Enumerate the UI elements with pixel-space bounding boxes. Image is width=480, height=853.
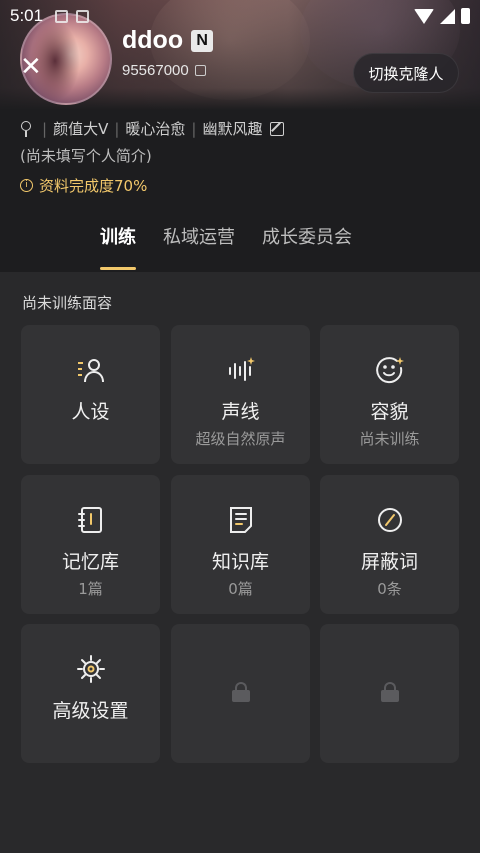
notification-icon <box>55 9 69 23</box>
bio[interactable]: (尚未填写个人简介) <box>20 145 152 166</box>
tab-private-operation[interactable]: 私域运营 <box>163 222 235 270</box>
persona-icon <box>76 355 106 385</box>
card-knowledge[interactable]: 知识库 0篇 <box>171 475 310 614</box>
switch-clone-button[interactable]: 切换克隆人 <box>353 53 459 93</box>
card-sub: 0条 <box>377 580 402 598</box>
card-blocked-words[interactable]: 屏蔽词 0条 <box>320 475 459 614</box>
tab-training[interactable]: 训练 <box>100 222 136 270</box>
notebook-icon <box>76 505 106 535</box>
level-badge: N <box>191 29 214 52</box>
card-label: 知识库 <box>211 551 269 573</box>
card-label: 人设 <box>71 401 110 423</box>
signal-icon <box>440 8 455 24</box>
info-icon: i <box>20 179 33 192</box>
status-bar: 5:01 <box>0 0 480 32</box>
notification-icon <box>76 9 90 23</box>
card-label: 声线 <box>221 401 260 423</box>
tab-growth-committee[interactable]: 成长委员会 <box>262 222 352 270</box>
completion-text: 资料完成度70% <box>39 177 148 195</box>
gear-icon <box>76 654 106 684</box>
card-label: 高级设置 <box>52 700 129 722</box>
tag: 暖心治愈 <box>125 120 186 138</box>
user-id-text: 95567000 <box>122 62 189 79</box>
copy-icon[interactable] <box>194 65 206 76</box>
card-appearance[interactable]: 容貌 尚未训练 <box>320 325 459 464</box>
card-memory[interactable]: 记忆库 1篇 <box>21 475 160 614</box>
profile-completion[interactable]: i 资料完成度70% <box>20 175 147 196</box>
user-id: 95567000 <box>122 62 206 79</box>
username-row: ddoo N <box>122 26 214 55</box>
card-label: 记忆库 <box>61 551 119 573</box>
card-persona[interactable]: 人设 <box>21 325 160 464</box>
tag: 幽默风趣 <box>202 120 263 138</box>
card-locked[interactable] <box>171 624 310 763</box>
lock-icon <box>231 682 250 702</box>
lock-icon <box>380 682 399 702</box>
block-icon <box>375 505 405 535</box>
tag: 颜值大V <box>53 120 109 138</box>
status-time: 5:01 <box>10 6 44 25</box>
card-label: 容貌 <box>370 401 409 423</box>
card-sub: 1篇 <box>78 580 103 598</box>
voice-wave-icon <box>226 355 256 385</box>
profile-tags: | 颜值大V | 暖心治愈 | 幽默风趣 <box>20 118 285 139</box>
document-icon <box>226 505 256 535</box>
card-sub: 尚未训练 <box>359 430 420 448</box>
card-advanced-settings[interactable]: 高级设置 <box>21 624 160 763</box>
card-voice[interactable]: 声线 超级自然原声 <box>171 325 310 464</box>
username: ddoo <box>122 26 184 54</box>
face-sparkle-icon <box>375 355 405 385</box>
close-icon[interactable]: ✕ <box>20 52 42 82</box>
wifi-icon <box>414 8 434 24</box>
battery-icon <box>461 8 470 24</box>
card-sub: 超级自然原声 <box>195 430 286 448</box>
training-panel: 尚未训练面容 人设 声线 超级自然原声 容貌 尚未训练 记忆库 1篇 知识库 0… <box>0 272 480 853</box>
card-locked[interactable] <box>320 624 459 763</box>
female-icon <box>20 120 32 138</box>
section-title: 尚未训练面容 <box>22 294 113 312</box>
edit-icon[interactable] <box>270 121 285 136</box>
card-label: 屏蔽词 <box>360 551 418 573</box>
card-sub: 0篇 <box>228 580 253 598</box>
tab-bar: 训练 私域运营 成长委员会 <box>0 222 480 270</box>
